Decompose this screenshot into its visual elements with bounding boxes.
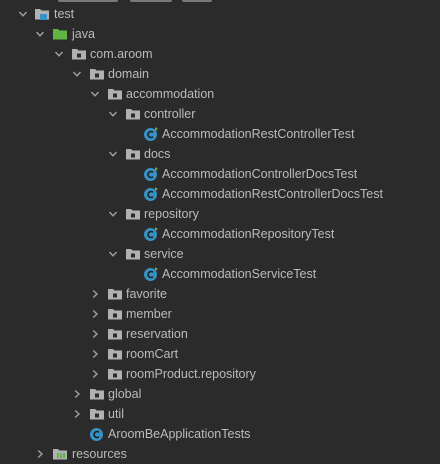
resources-folder-icon [52, 446, 68, 462]
chevron-down-icon[interactable] [108, 109, 118, 119]
package-folder-icon [125, 246, 141, 262]
tree-node-accommodation-controller-docs-test[interactable]: AccommodationControllerDocsTest [0, 164, 440, 184]
tree-node-java[interactable]: java [0, 24, 440, 44]
tree-node-label: AccommodationRestControllerTest [162, 127, 355, 141]
tree-node-label: java [72, 27, 95, 41]
tree-node-label: AccommodationServiceTest [162, 267, 317, 281]
tree-node-test[interactable]: test [0, 4, 440, 24]
chevron-down-icon[interactable] [108, 209, 118, 219]
chevron-down-icon[interactable] [35, 29, 45, 39]
chevron-right-icon[interactable] [90, 349, 100, 359]
package-folder-icon [107, 86, 123, 102]
package-folder-icon [107, 366, 123, 382]
tree-node-service[interactable]: service [0, 244, 440, 264]
tree-node-accommodation-rest-controller-test[interactable]: AccommodationRestControllerTest [0, 124, 440, 144]
package-folder-icon [89, 406, 105, 422]
chevron-down-icon[interactable] [108, 249, 118, 259]
chevron-right-icon[interactable] [35, 449, 45, 459]
chevron-down-icon[interactable] [18, 9, 28, 19]
tree-node-label: favorite [126, 287, 167, 301]
tree-node-com-aroom[interactable]: com.aroom [0, 44, 440, 64]
package-folder-icon [125, 206, 141, 222]
tree-node-label: roomProduct.repository [126, 367, 256, 381]
test-class-icon [143, 266, 159, 282]
package-folder-icon [125, 146, 141, 162]
tree-node-label: domain [108, 67, 149, 81]
tree-node-util[interactable]: util [0, 404, 440, 424]
chevron-right-icon[interactable] [72, 409, 82, 419]
tree-node-domain[interactable]: domain [0, 64, 440, 84]
tree-node-label: test [54, 7, 75, 21]
package-folder-icon [107, 346, 123, 362]
tree-node-label: AccommodationControllerDocsTest [162, 167, 358, 181]
tree-node-label: AccommodationRestControllerDocsTest [162, 187, 383, 201]
tree-node-global[interactable]: global [0, 384, 440, 404]
chevron-right-icon[interactable] [72, 389, 82, 399]
clipped-text-fragment [130, 0, 172, 2]
tree-node-aroom-be-application-tests[interactable]: AroomBeApplicationTests [0, 424, 440, 444]
test-class-icon [143, 126, 159, 142]
tree-node-controller[interactable]: controller [0, 104, 440, 124]
tree-node-label: global [108, 387, 142, 401]
test-root-folder-icon [34, 6, 50, 22]
test-class-icon [143, 186, 159, 202]
tree-node-label: service [144, 247, 184, 261]
test-class-icon [143, 166, 159, 182]
chevron-right-icon[interactable] [90, 309, 100, 319]
test-class-icon [89, 426, 105, 442]
green-source-folder-icon [52, 26, 68, 42]
tree-node-repository[interactable]: repository [0, 204, 440, 224]
tree-node-accommodation-service-test[interactable]: AccommodationServiceTest [0, 264, 440, 284]
chevron-down-icon[interactable] [108, 149, 118, 159]
test-class-icon [143, 226, 159, 242]
chevron-down-icon[interactable] [72, 69, 82, 79]
tree-node-label: reservation [126, 327, 188, 341]
tree-node-resources[interactable]: resources [0, 444, 440, 464]
chevron-right-icon[interactable] [90, 289, 100, 299]
tree-node-roomproduct-repository[interactable]: roomProduct.repository [0, 364, 440, 384]
tree-node-label: AroomBeApplicationTests [108, 427, 251, 441]
tree-node-docs[interactable]: docs [0, 144, 440, 164]
tree-node-label: roomCart [126, 347, 179, 361]
package-folder-icon [107, 306, 123, 322]
project-tree: test java com.aroom domain accommodation… [0, 0, 440, 464]
tree-node-accommodation-repository-test[interactable]: AccommodationRepositoryTest [0, 224, 440, 244]
package-folder-icon [107, 286, 123, 302]
tree-node-reservation[interactable]: reservation [0, 324, 440, 344]
package-folder-icon [107, 326, 123, 342]
tree-node-favorite[interactable]: favorite [0, 284, 440, 304]
package-folder-icon [71, 46, 87, 62]
tree-node-roomcart[interactable]: roomCart [0, 344, 440, 364]
tree-node-label: util [108, 407, 124, 421]
package-folder-icon [125, 106, 141, 122]
tree-node-label: controller [144, 107, 196, 121]
tree-node-label: AccommodationRepositoryTest [162, 227, 335, 241]
tree-node-label: accommodation [126, 87, 215, 101]
package-folder-icon [89, 386, 105, 402]
tree-node-label: docs [144, 147, 171, 161]
tree-node-member[interactable]: member [0, 304, 440, 324]
package-folder-icon [89, 66, 105, 82]
clipped-text-fragment [182, 0, 212, 2]
chevron-right-icon[interactable] [90, 329, 100, 339]
tree-node-accommodation-rest-controller-docs-test[interactable]: AccommodationRestControllerDocsTest [0, 184, 440, 204]
chevron-right-icon[interactable] [90, 369, 100, 379]
chevron-down-icon[interactable] [90, 89, 100, 99]
tree-node-label: member [126, 307, 172, 321]
tree-node-label: repository [144, 207, 199, 221]
tree-node-label: resources [72, 447, 127, 461]
clipped-text-fragment [58, 0, 118, 2]
chevron-down-icon[interactable] [54, 49, 64, 59]
tree-node-label: com.aroom [90, 47, 153, 61]
tree-node-accommodation[interactable]: accommodation [0, 84, 440, 104]
